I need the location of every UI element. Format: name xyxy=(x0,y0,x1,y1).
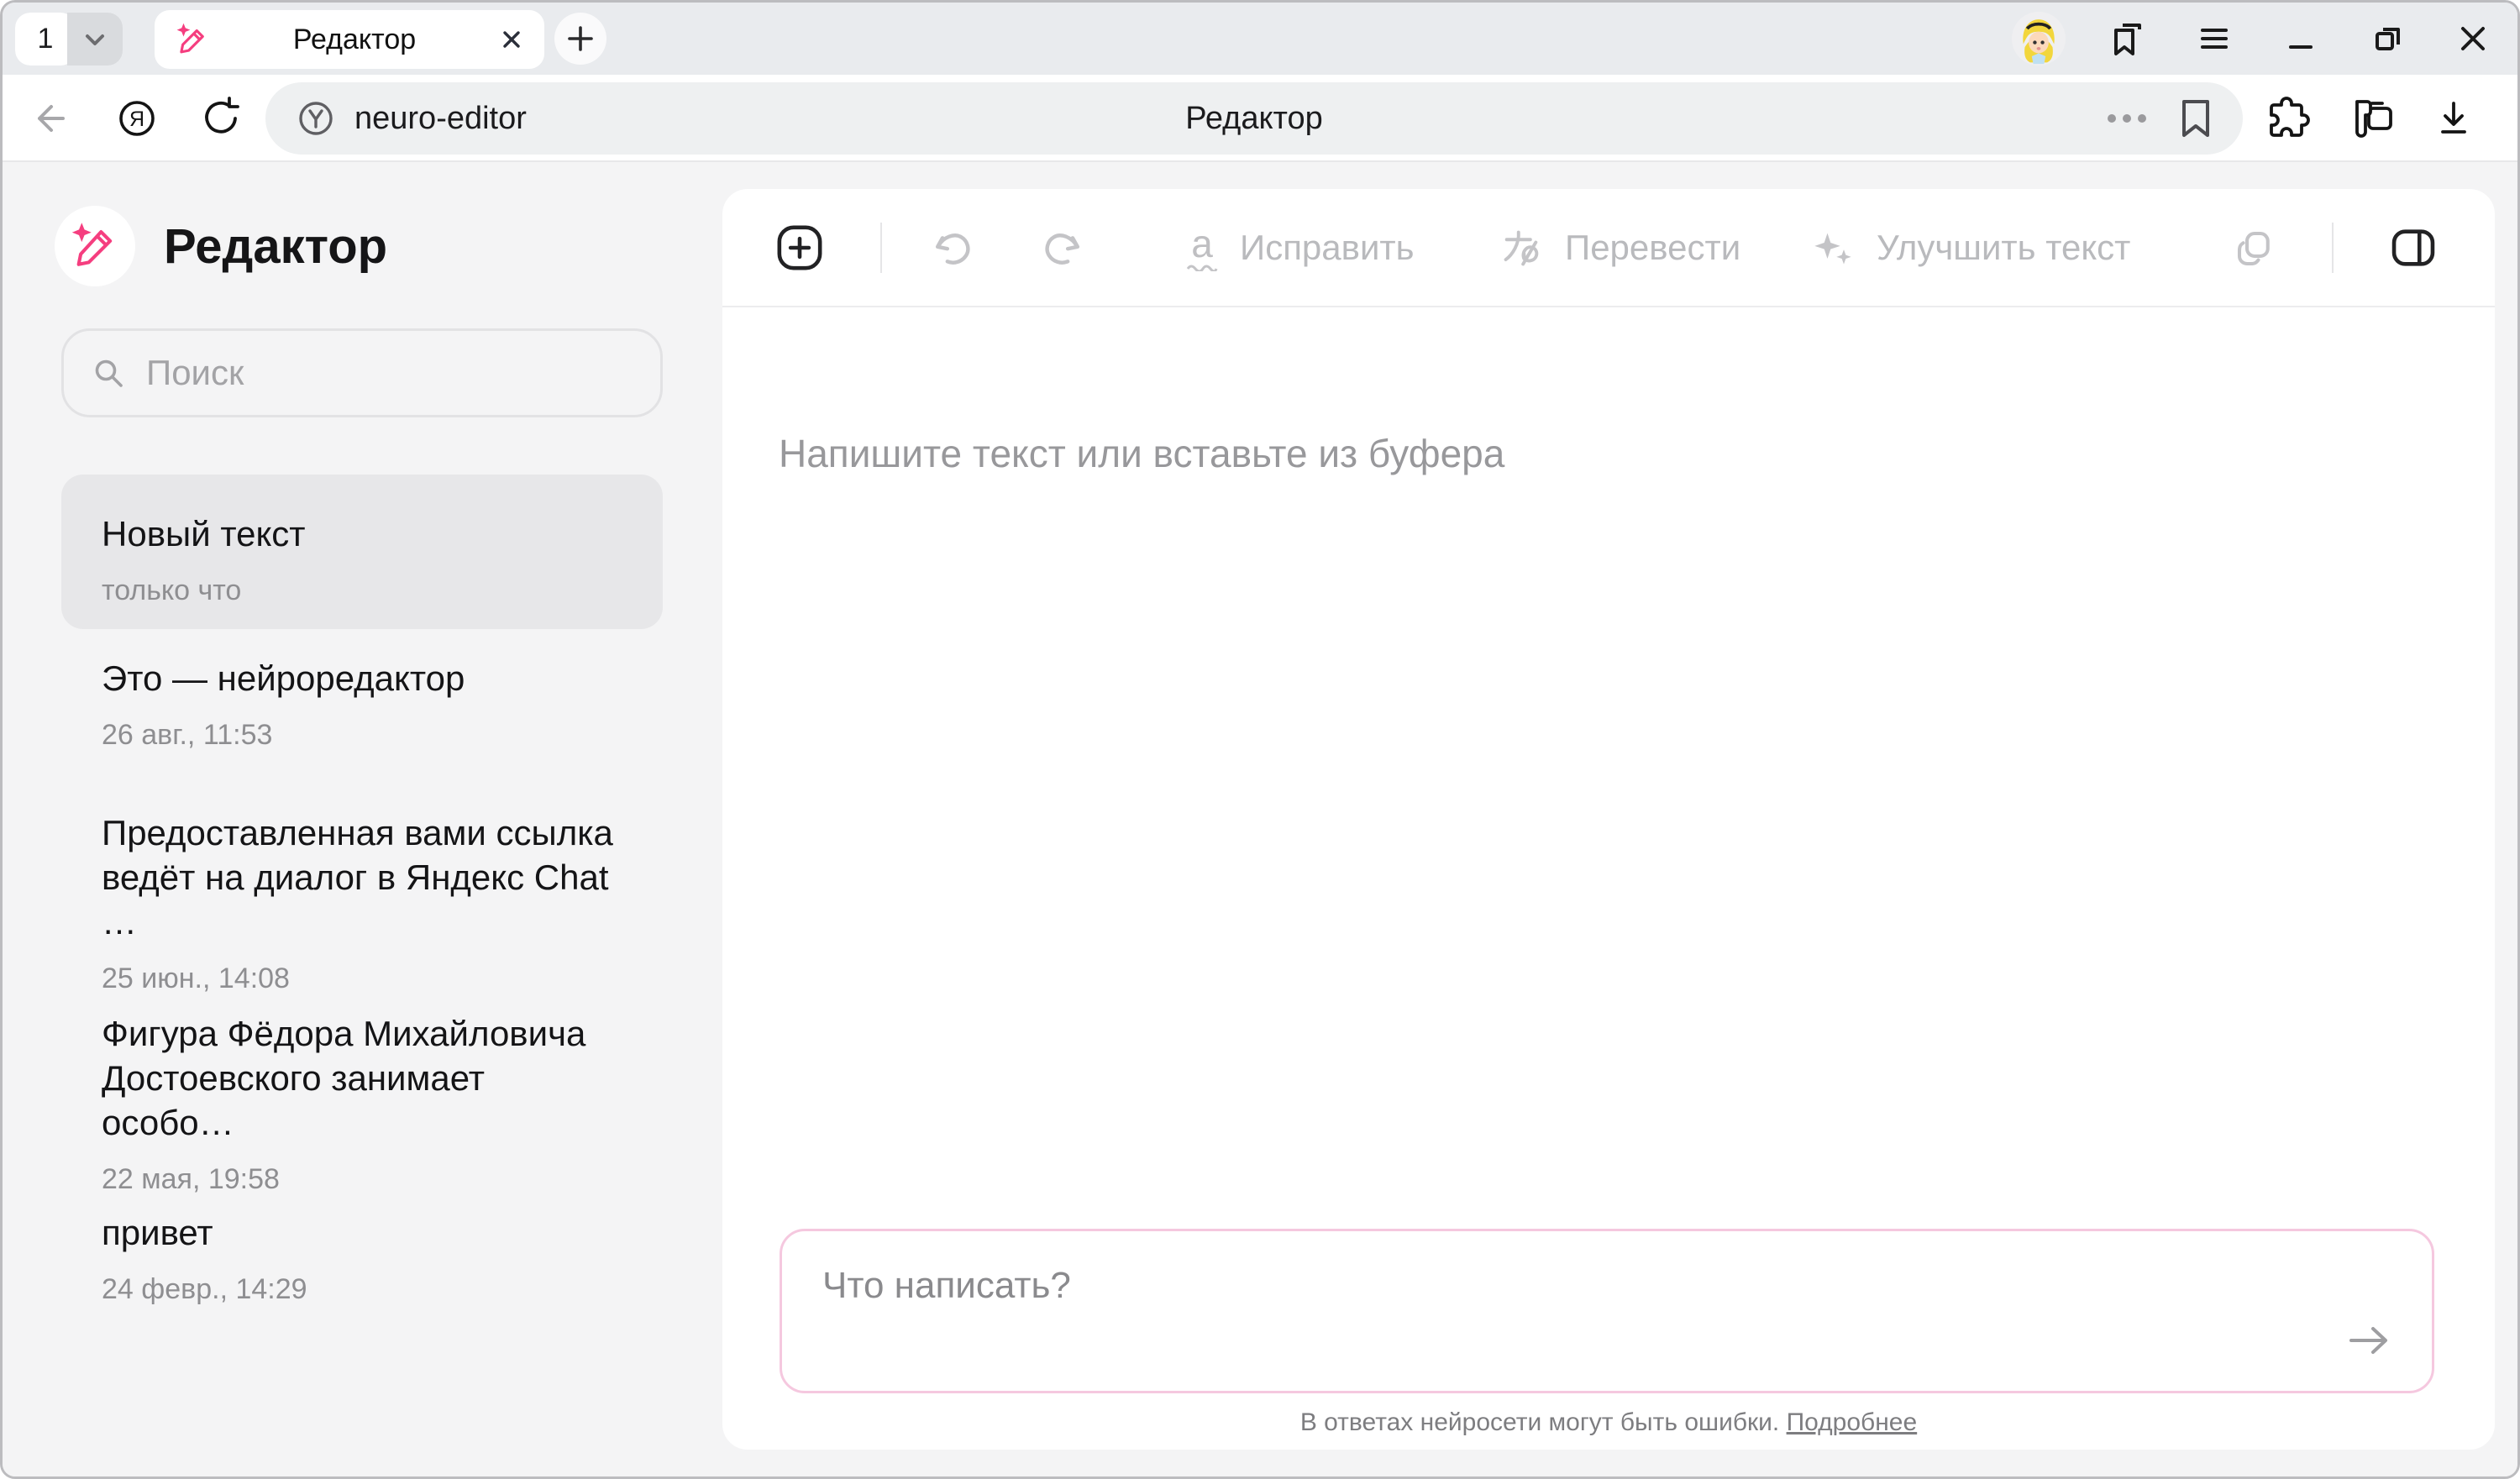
address-bar[interactable]: neuro-editor Редактор xyxy=(265,82,2243,155)
minimize-window-button[interactable] xyxy=(2274,13,2328,64)
editor-panel: a Исправить Перевести xyxy=(722,189,2495,1450)
document-time: только что xyxy=(102,574,622,607)
document-title: Фигура Фёдора Михайловича Достоевского з… xyxy=(102,1011,622,1145)
bookmarks-icon xyxy=(2106,17,2150,60)
tab-favicon-pencil-icon xyxy=(175,22,210,57)
yandex-home-button[interactable]: Я xyxy=(112,93,162,144)
restore-icon xyxy=(2368,18,2408,59)
send-button[interactable] xyxy=(2343,1314,2397,1367)
tab-editor[interactable]: Редактор xyxy=(155,10,544,69)
minimize-icon xyxy=(2281,18,2321,59)
editor-area[interactable]: Напишите текст или вставьте из буфера xyxy=(779,431,1504,476)
document-time: 24 февр., 14:29 xyxy=(102,1273,622,1306)
undo-icon xyxy=(931,226,978,270)
tab-title: Редактор xyxy=(210,24,499,56)
search-box[interactable] xyxy=(61,328,663,417)
new-document-button[interactable] xyxy=(775,223,824,272)
hamburger-menu-icon xyxy=(2194,18,2234,59)
translate-icon xyxy=(1499,226,1543,270)
reload-button[interactable] xyxy=(197,93,247,144)
pencil-sparkle-icon xyxy=(71,222,119,270)
improve-text-label: Улучшить текст xyxy=(1877,228,2130,268)
panel-layout-icon xyxy=(2389,223,2438,272)
app-logo-row: Редактор xyxy=(55,206,387,286)
page-title: Редактор xyxy=(265,101,2243,137)
app-title: Редактор xyxy=(164,218,387,275)
document-title: Новый текст xyxy=(102,511,622,556)
ai-disclaimer: В ответах нейросети могут быть ошибки. П… xyxy=(722,1408,2495,1437)
browser-menu-button[interactable] xyxy=(2187,13,2241,64)
back-arrow-icon xyxy=(26,97,70,140)
bookmarks-panel-button[interactable] xyxy=(2101,13,2155,64)
translate-button[interactable]: Перевести xyxy=(1499,189,1740,307)
document-time: 26 авг., 11:53 xyxy=(102,719,622,752)
restore-window-button[interactable] xyxy=(2361,13,2415,64)
tab-close-icon[interactable] xyxy=(499,27,524,52)
toolbar-divider xyxy=(2332,223,2334,273)
yandex-logo-icon: Я xyxy=(113,95,160,142)
document-time: 22 мая, 19:58 xyxy=(102,1163,622,1196)
redo-icon xyxy=(1037,226,1084,270)
app-logo xyxy=(55,206,135,286)
send-arrow-icon xyxy=(2346,1320,2393,1361)
toolbar-divider xyxy=(880,223,882,273)
editor-toolbar: a Исправить Перевести xyxy=(722,189,2495,307)
document-list-item[interactable]: Предоставленная вами ссылка ведёт на диа… xyxy=(61,810,663,995)
address-toolbar: Я neuro-editor Редактор xyxy=(3,75,2517,162)
site-badge-icon xyxy=(294,97,338,140)
document-title: привет xyxy=(102,1210,622,1255)
document-title: Предоставленная вами ссылка ведёт на диа… xyxy=(102,810,622,944)
toggle-sidebar-button[interactable] xyxy=(2389,223,2438,272)
search-input[interactable] xyxy=(146,353,635,393)
tab-group-control: 1 xyxy=(15,13,123,66)
new-document-plus-icon xyxy=(775,223,824,272)
download-icon xyxy=(2432,97,2475,140)
copy-icon xyxy=(2232,226,2277,271)
search-icon xyxy=(89,354,128,392)
translate-label: Перевести xyxy=(1565,228,1740,268)
spellcheck-icon: a xyxy=(1186,224,1218,271)
profile-avatar[interactable] xyxy=(2012,13,2066,64)
svg-text:Я: Я xyxy=(129,108,144,131)
downloads-button[interactable] xyxy=(2428,93,2479,144)
tab-group-expand-button[interactable] xyxy=(67,13,123,66)
document-title: Это — нейроредактор xyxy=(102,656,622,700)
fix-text-button[interactable]: a Исправить xyxy=(1186,189,1415,307)
disclaimer-text: В ответах нейросети могут быть ошибки. xyxy=(1300,1408,1779,1436)
back-button[interactable] xyxy=(23,93,73,144)
browser-window: 1 Редактор xyxy=(0,0,2520,1479)
tab-group-count: 1 xyxy=(38,23,54,55)
copy-button[interactable] xyxy=(2232,226,2277,271)
disclaimer-more-link[interactable]: Подробнее xyxy=(1787,1408,1918,1436)
avatar-image xyxy=(2012,9,2066,68)
close-window-button[interactable] xyxy=(2446,13,2500,64)
document-list-item[interactable]: Фигура Фёдора Михайловича Достоевского з… xyxy=(61,1011,663,1196)
key-folder-icon xyxy=(2347,95,2396,142)
tab-strip: 1 Редактор xyxy=(3,3,2517,75)
plus-icon xyxy=(564,23,596,55)
document-list-item-selected[interactable]: Новый текст только что xyxy=(61,475,663,629)
prompt-input[interactable] xyxy=(782,1231,2432,1391)
fix-text-label: Исправить xyxy=(1240,228,1415,268)
bookmark-page-icon[interactable] xyxy=(2177,97,2214,140)
extensions-button[interactable] xyxy=(2262,93,2313,144)
passwords-button[interactable] xyxy=(2346,93,2397,144)
improve-text-button[interactable]: Улучшить текст xyxy=(1811,189,2130,307)
prompt-box xyxy=(780,1229,2434,1393)
reload-icon xyxy=(199,96,244,141)
undo-button[interactable] xyxy=(931,226,978,270)
redo-button[interactable] xyxy=(1037,226,1084,270)
page-content: Редактор Новый текст только что Это — не… xyxy=(3,162,2517,1476)
puzzle-icon xyxy=(2264,95,2311,142)
sparkles-icon xyxy=(1811,226,1855,270)
address-url[interactable]: neuro-editor xyxy=(354,101,527,137)
more-actions-icon[interactable] xyxy=(2105,109,2149,128)
chevron-down-icon xyxy=(81,25,109,54)
document-list-item[interactable]: Это — нейроредактор 26 авг., 11:53 xyxy=(61,656,663,752)
document-list-item[interactable]: привет 24 февр., 14:29 xyxy=(61,1210,663,1306)
document-time: 25 июн., 14:08 xyxy=(102,962,622,995)
new-tab-button[interactable] xyxy=(554,13,606,65)
close-icon xyxy=(2453,18,2493,59)
